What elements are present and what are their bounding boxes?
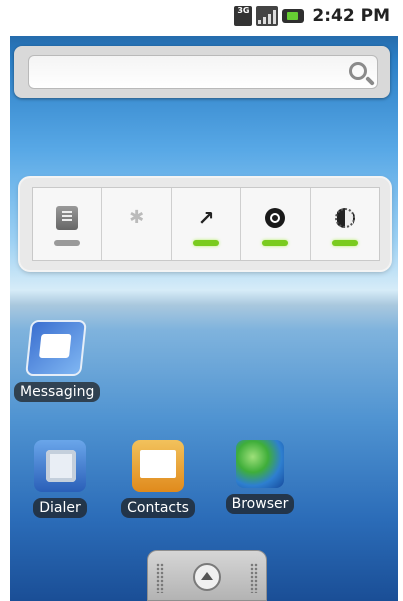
sync-icon: [265, 208, 286, 228]
battery-icon: [282, 9, 305, 23]
sync-indicator: [262, 240, 289, 246]
power-control-toggles: ✱ ↗: [32, 187, 380, 261]
brightness-toggle[interactable]: [311, 188, 379, 260]
contacts-icon[interactable]: [132, 440, 184, 492]
gps-indicator: [193, 240, 220, 246]
dialer-icon[interactable]: [34, 440, 86, 492]
wifi-indicator: [54, 240, 81, 246]
app-messaging[interactable]: Messaging: [14, 320, 101, 402]
gps-icon: ↗: [197, 206, 215, 230]
wifi-toggle[interactable]: [33, 188, 103, 260]
drawer-grip-right: [250, 563, 258, 593]
app-label-messaging: Messaging: [14, 382, 101, 402]
search-input[interactable]: [28, 55, 378, 89]
bluetooth-indicator: [124, 240, 150, 246]
browser-icon[interactable]: [236, 440, 284, 488]
wifi-icon: [56, 206, 79, 230]
app-dialer[interactable]: Dialer: [18, 440, 102, 518]
3g-icon: 3G: [234, 6, 253, 26]
power-control-widget: ✱ ↗: [20, 178, 390, 270]
status-icons: 3G 2:42 PM: [234, 6, 390, 26]
drawer-grip-left: [156, 563, 164, 593]
messaging-icon[interactable]: [25, 320, 87, 376]
app-contacts[interactable]: Contacts: [116, 440, 200, 518]
sync-toggle[interactable]: [241, 188, 311, 260]
bluetooth-icon: ✱: [129, 207, 145, 228]
home-screen: 3G 2:42 PM ✱ ↗ Messaging Dialer Contacts…: [10, 0, 398, 601]
app-browser[interactable]: Browser: [218, 440, 302, 514]
gps-toggle[interactable]: ↗: [172, 188, 242, 260]
status-bar[interactable]: 3G 2:42 PM: [10, 0, 398, 36]
signal-icon: [256, 6, 279, 26]
app-drawer-icon[interactable]: [193, 563, 221, 591]
app-label-dialer: Dialer: [33, 498, 87, 518]
brightness-indicator: [331, 240, 358, 246]
bluetooth-toggle[interactable]: ✱: [102, 188, 172, 260]
app-label-browser: Browser: [225, 494, 295, 514]
search-icon[interactable]: [349, 62, 367, 80]
brightness-icon: [334, 208, 355, 228]
clock: 2:42 PM: [312, 6, 390, 26]
search-widget[interactable]: [14, 46, 390, 98]
app-label-contacts: Contacts: [121, 498, 195, 518]
app-drawer-handle[interactable]: [147, 550, 267, 601]
